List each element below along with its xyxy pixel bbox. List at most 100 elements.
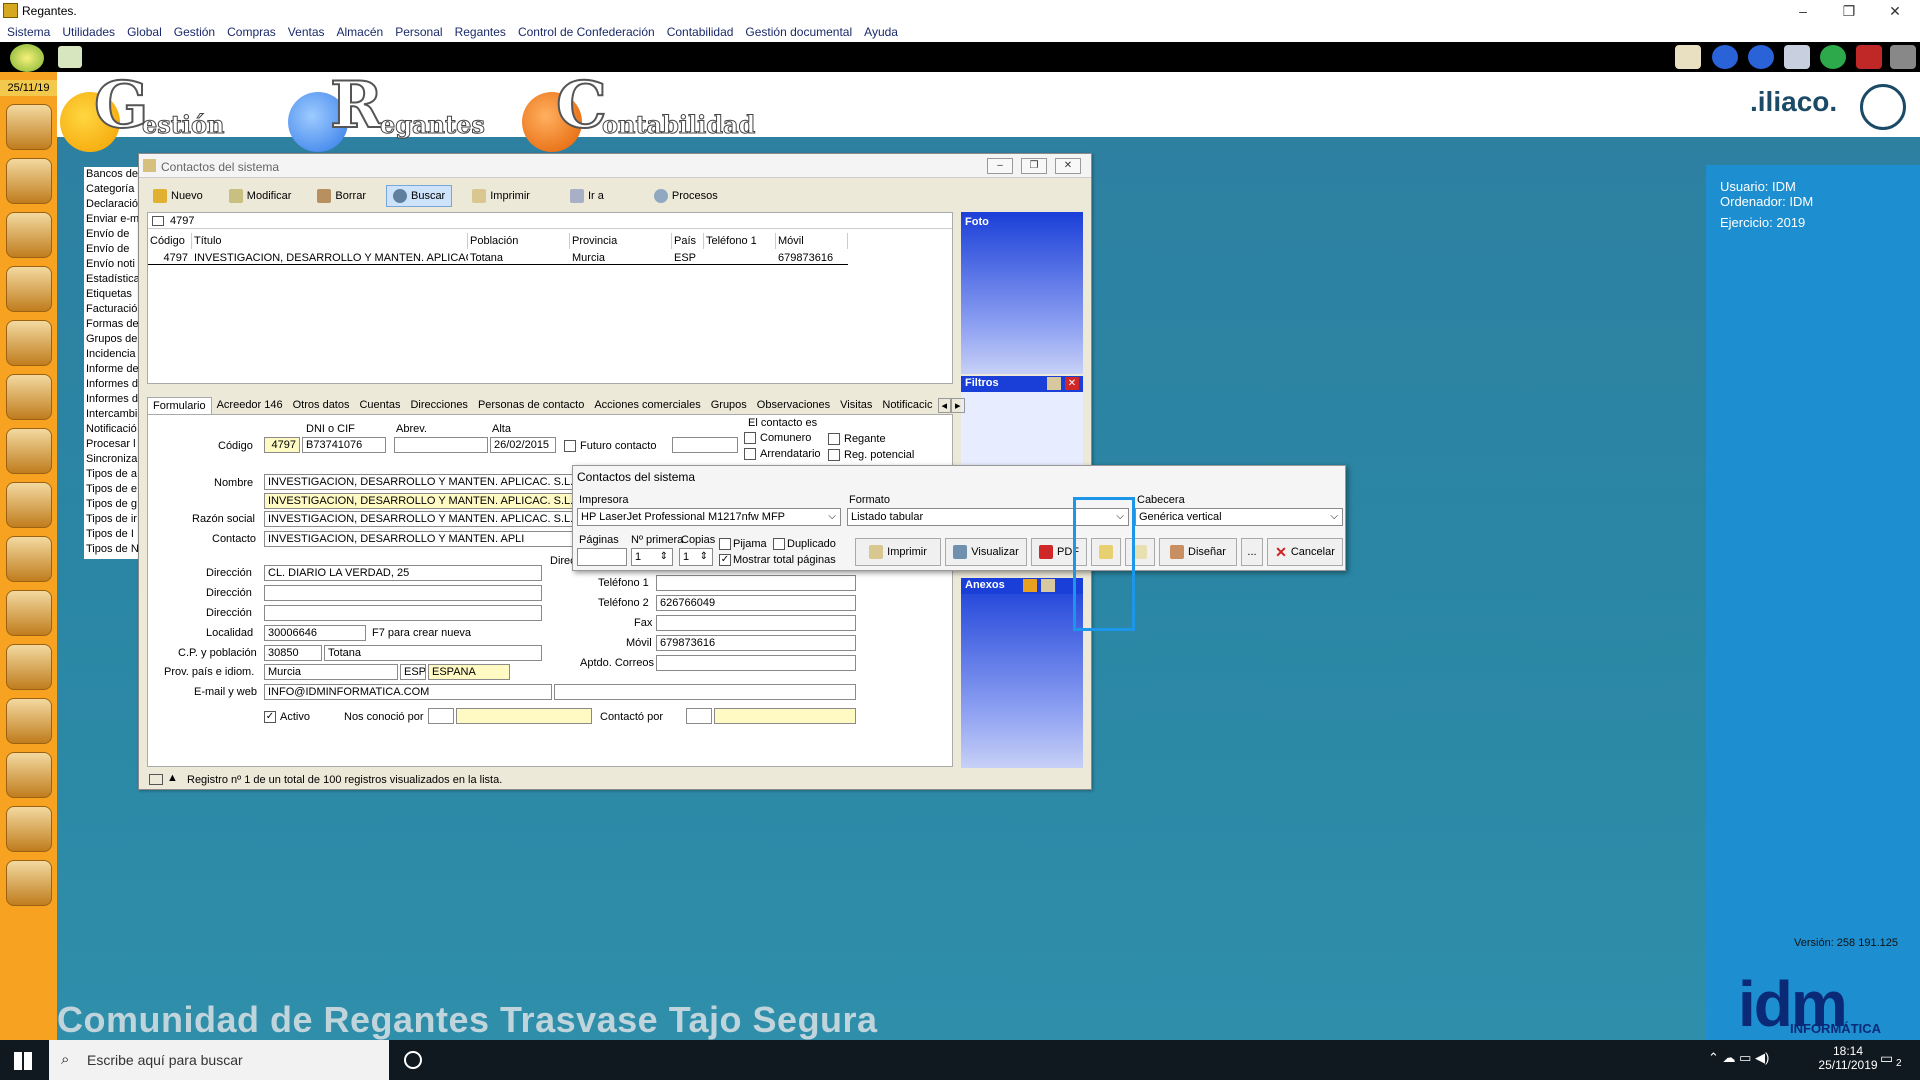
visualizar-button[interactable]: Visualizar: [945, 538, 1027, 566]
tab-otros-datos[interactable]: Otros datos: [288, 397, 355, 413]
back-icon[interactable]: [1712, 45, 1738, 69]
comunero-checkbox[interactable]: [744, 432, 756, 444]
mail-icon[interactable]: [1675, 45, 1701, 69]
pais-field[interactable]: ESPANA: [428, 664, 510, 680]
localidad-field[interactable]: 30006646: [264, 625, 366, 641]
sidebar-person-a-icon[interactable]: [6, 158, 52, 204]
sidebar-person-2-icon[interactable]: [6, 266, 52, 312]
add-attachment-icon[interactable]: [1023, 579, 1037, 592]
col-poblacion[interactable]: Población: [468, 233, 570, 249]
nombre-alt-field[interactable]: INVESTIGACION, DESARROLLO Y MANTEN. APLI…: [264, 493, 576, 509]
pijama-checkbox[interactable]: [719, 538, 731, 550]
minimize-button[interactable]: –: [987, 158, 1013, 174]
list-item[interactable]: Bancos de: [84, 167, 140, 182]
cabecera-select[interactable]: Genérica vertical ⌵: [1135, 508, 1343, 526]
list-item[interactable]: Tipos de a: [84, 467, 140, 482]
sidebar-box-2-icon[interactable]: [6, 644, 52, 690]
help-icon[interactable]: [1820, 45, 1846, 69]
regante-checkbox[interactable]: [828, 433, 840, 445]
list-item[interactable]: Formas de: [84, 317, 140, 332]
sidebar-sepa-icon[interactable]: [6, 536, 52, 582]
list-item[interactable]: Procesar l: [84, 437, 140, 452]
tools-icon[interactable]: [1890, 45, 1916, 69]
sidebar-list-2-icon[interactable]: [6, 860, 52, 906]
list-item[interactable]: Tipos de ir: [84, 512, 140, 527]
tel2-field[interactable]: 626766049: [656, 595, 856, 611]
menu-contabilidad[interactable]: Contabilidad: [667, 25, 734, 39]
tab-grupos[interactable]: Grupos: [706, 397, 752, 413]
duplicado-checkbox[interactable]: [773, 538, 785, 550]
list-item[interactable]: Tipos de g: [84, 497, 140, 512]
cp-field[interactable]: 30850: [264, 645, 322, 661]
activo-checkbox[interactable]: ✓: [264, 711, 276, 723]
menu-confederacion[interactable]: Control de Confederación: [518, 25, 655, 39]
exit-icon[interactable]: [1856, 45, 1882, 69]
attachment-gear-icon[interactable]: [1041, 579, 1055, 592]
tab-personas-contacto[interactable]: Personas de contacto: [473, 397, 589, 413]
sidebar-folder-f-icon[interactable]: [6, 428, 52, 474]
dni-field[interactable]: B73741076: [302, 437, 386, 453]
abrev-field[interactable]: [394, 437, 488, 453]
direccion-field-3[interactable]: [264, 605, 542, 621]
imprimir-button[interactable]: Imprimir: [855, 538, 941, 566]
menu-regantes[interactable]: Regantes: [455, 25, 506, 39]
list-item[interactable]: Notificació: [84, 422, 140, 437]
menu-sistema[interactable]: Sistema: [7, 25, 50, 39]
col-movil[interactable]: Móvil: [776, 233, 848, 249]
list-item[interactable]: Sincroniza: [84, 452, 140, 467]
nos-conocio-field[interactable]: [456, 708, 592, 724]
tab-visitas[interactable]: Visitas: [835, 397, 877, 413]
ir-a-button[interactable]: Ir a: [564, 185, 610, 207]
list-item[interactable]: Intercambi: [84, 407, 140, 422]
nos-conocio-code-field[interactable]: [428, 708, 454, 724]
sidebar-tools-icon[interactable]: [6, 374, 52, 420]
arrendatario-checkbox[interactable]: [744, 448, 756, 460]
tab-notificaciones[interactable]: Notificacic: [877, 397, 937, 413]
more-button[interactable]: ...: [1241, 538, 1263, 566]
list-item[interactable]: Envío de: [84, 242, 140, 257]
minimize-button[interactable]: –: [1780, 0, 1826, 22]
borrar-button[interactable]: Borrar: [311, 185, 372, 207]
menu-ayuda[interactable]: Ayuda: [864, 25, 898, 39]
filter-gear-icon[interactable]: [1047, 377, 1061, 390]
users-icon[interactable]: [58, 46, 82, 68]
sidebar-list-icon[interactable]: [6, 806, 52, 852]
list-item[interactable]: Informes d: [84, 392, 140, 407]
forward-icon[interactable]: [1748, 45, 1774, 69]
menu-personal[interactable]: Personal: [395, 25, 442, 39]
web-field[interactable]: [554, 684, 856, 700]
pais-code-field[interactable]: ESP: [400, 664, 426, 680]
list-item[interactable]: Estadística: [84, 272, 140, 287]
copias-stepper[interactable]: 1 ⇕: [679, 548, 713, 566]
primera-stepper[interactable]: 1 ⇕: [631, 548, 673, 566]
list-item[interactable]: Categoría: [84, 182, 140, 197]
sidebar-people-icon[interactable]: [6, 104, 52, 150]
taskbar-search[interactable]: ⌕ Escribe aquí para buscar: [49, 1040, 389, 1080]
col-pais[interactable]: País: [672, 233, 704, 249]
imprimir-button[interactable]: Imprimir: [466, 185, 536, 207]
contacto-por-code-field[interactable]: [686, 708, 712, 724]
tab-scroll-right-icon[interactable]: ▸: [951, 397, 965, 413]
list-item[interactable]: Etiquetas: [84, 287, 140, 302]
codigo-field[interactable]: 4797: [264, 437, 300, 453]
tab-scroll-left-icon[interactable]: ◂: [937, 397, 952, 413]
list-item[interactable]: Tipos de e: [84, 482, 140, 497]
list-item[interactable]: Incidencia: [84, 347, 140, 362]
filter-close-icon[interactable]: ✕: [1065, 377, 1079, 390]
list-item[interactable]: Declaració: [84, 197, 140, 212]
menu-global[interactable]: Global: [127, 25, 162, 39]
sidebar-person-icon[interactable]: [6, 212, 52, 258]
menu-gestion-documental[interactable]: Gestión documental: [745, 25, 852, 39]
maximize-button[interactable]: ❐: [1826, 0, 1872, 22]
table-row[interactable]: 4797 INVESTIGACION, DESARROLLO Y MANTEN.…: [148, 251, 848, 265]
tab-cuentas[interactable]: Cuentas: [354, 397, 405, 413]
sidebar-folder-icon[interactable]: [6, 752, 52, 798]
provincia-field[interactable]: Murcia: [264, 664, 398, 680]
razon-field[interactable]: INVESTIGACION, DESARROLLO Y MANTEN. APLI…: [264, 511, 576, 527]
maximize-button[interactable]: ❐: [1021, 158, 1047, 174]
disenar-button[interactable]: Diseñar: [1159, 538, 1237, 566]
poblacion-field[interactable]: Totana: [324, 645, 542, 661]
collapse-icon[interactable]: ▲: [167, 772, 178, 784]
taskbar-clock[interactable]: 18:14 25/11/2019: [1818, 1044, 1878, 1072]
close-button[interactable]: ✕: [1055, 158, 1081, 174]
